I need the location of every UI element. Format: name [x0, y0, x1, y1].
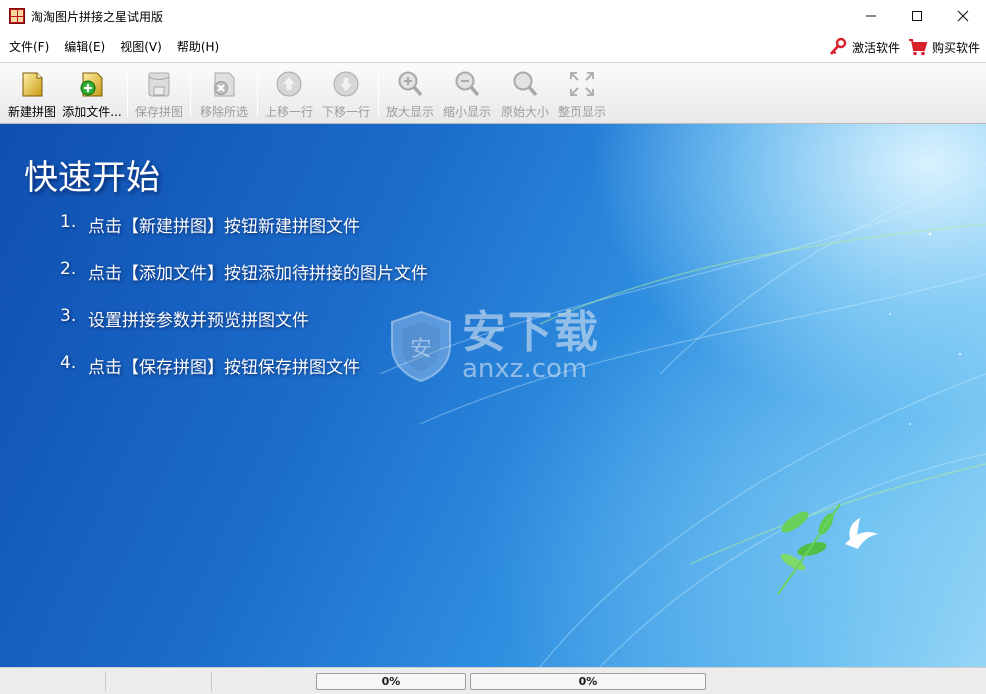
- save-collage-icon: [148, 72, 170, 97]
- list-item: 3. 设置拼接参数并预览拼图文件: [60, 306, 428, 331]
- move-down-button[interactable]: 下移一行: [317, 63, 375, 123]
- progress-bar-2: 0%: [470, 672, 706, 690]
- add-file-icon: [80, 72, 103, 97]
- quick-start-panel: 快速开始 1. 点击【新建拼图】按钮新建拼图文件 2. 点击【添加文件】按钮添加…: [0, 124, 986, 667]
- menu-file[interactable]: 文件(F): [3, 32, 55, 62]
- watermark-en: anxz.com: [462, 354, 588, 384]
- zoom-in-button[interactable]: 放大显示: [382, 63, 438, 123]
- status-bar: 0% 0%: [0, 667, 986, 694]
- tool-label: 保存拼图: [134, 105, 183, 119]
- zoom-out-icon: [455, 71, 480, 97]
- step-number: 4.: [60, 353, 77, 373]
- tool-label: 添加文件...: [62, 105, 122, 119]
- tool-label: 原始大小: [500, 105, 549, 119]
- tool-label: 下移一行: [321, 105, 370, 119]
- move-up-button[interactable]: 上移一行: [261, 63, 317, 123]
- status-pane: [0, 671, 106, 691]
- progress-bar-1: 0%: [316, 672, 466, 690]
- watermark-text: 安下载 anxz.com: [462, 307, 600, 384]
- step-text: 点击【新建拼图】按钮新建拼图文件: [88, 217, 360, 237]
- status-pane: [212, 672, 312, 691]
- menu-edit[interactable]: 编辑(E): [58, 32, 111, 62]
- list-item: 1. 点击【新建拼图】按钮新建拼图文件: [60, 212, 428, 237]
- step-text: 设置拼接参数并预览拼图文件: [88, 311, 309, 331]
- step-number: 1.: [60, 212, 77, 232]
- step-number: 2.: [60, 259, 77, 279]
- shield-icon: 安: [391, 310, 451, 383]
- tool-label: 上移一行: [264, 105, 313, 119]
- window-title: 淘淘图片拼接之星试用版: [31, 9, 164, 24]
- tool-label: 放大显示: [385, 105, 434, 119]
- tool-label: 整页显示: [557, 105, 606, 119]
- menu-view[interactable]: 视图(V): [114, 32, 168, 62]
- toolbar-separator: [257, 69, 258, 117]
- shield-char: 安: [410, 337, 432, 362]
- new-collage-icon: [22, 72, 43, 97]
- close-button[interactable]: [940, 0, 986, 32]
- activate-software-label: 激活软件: [851, 40, 900, 55]
- toolbar-separator: [127, 69, 128, 117]
- buy-software-link[interactable]: 购买软件: [908, 37, 980, 57]
- actual-size-icon: [513, 71, 538, 97]
- remove-selected-icon: [214, 72, 235, 97]
- fit-page-button[interactable]: 整页显示: [554, 63, 610, 123]
- leaf-decoration: [777, 503, 841, 595]
- step-text: 点击【保存拼图】按钮保存拼图文件: [88, 358, 360, 378]
- close-icon: [957, 10, 969, 22]
- actual-size-button[interactable]: 原始大小: [496, 63, 554, 123]
- list-item: 4. 点击【保存拼图】按钮保存拼图文件: [60, 353, 428, 378]
- zoom-in-icon: [398, 71, 423, 97]
- zoom-out-button[interactable]: 缩小显示: [438, 63, 496, 123]
- quick-start-title: 快速开始: [24, 158, 160, 198]
- step-number: 3.: [60, 306, 77, 326]
- move-down-icon: [333, 71, 359, 97]
- toolbar-separator: [190, 69, 191, 117]
- progress-label: 0%: [381, 674, 401, 688]
- fit-page-icon: [570, 72, 594, 96]
- minimize-button[interactable]: [848, 0, 894, 32]
- toolbar-separator: [378, 69, 379, 117]
- title-bar: 淘淘图片拼接之星试用版: [0, 0, 986, 32]
- menu-right-links: 激活软件 购买软件: [828, 32, 980, 62]
- minimize-icon: [866, 15, 876, 17]
- move-up-icon: [276, 71, 302, 97]
- bird-decoration: [845, 518, 878, 549]
- toolbar: 新建拼图 添加文件... 保存拼图 移除所选 上移一行 下移一行 放大显示 缩小…: [0, 62, 986, 124]
- add-file-button[interactable]: 添加文件...: [60, 63, 124, 123]
- watermark: 安 安下载 anxz.com: [386, 308, 600, 384]
- maximize-button[interactable]: [894, 0, 940, 32]
- status-pane: [106, 671, 212, 691]
- tool-label: 移除所选: [199, 105, 248, 119]
- new-collage-button[interactable]: 新建拼图: [4, 63, 60, 123]
- menu-help[interactable]: 帮助(H): [171, 32, 225, 62]
- remove-selected-button[interactable]: 移除所选: [194, 63, 254, 123]
- shopping-cart-icon: [908, 39, 928, 56]
- save-collage-button[interactable]: 保存拼图: [131, 63, 187, 123]
- watermark-cn: 安下载: [462, 307, 600, 358]
- window-controls: [848, 0, 986, 32]
- tool-label: 缩小显示: [442, 105, 491, 119]
- menu-bar: 文件(F) 编辑(E) 视图(V) 帮助(H) 激活软件 购买软件: [0, 32, 986, 62]
- app-icon: [9, 8, 25, 24]
- key-icon: [829, 37, 847, 55]
- step-text: 点击【添加文件】按钮添加待拼接的图片文件: [88, 264, 428, 284]
- buy-software-label: 购买软件: [931, 40, 980, 55]
- quick-start-steps: 1. 点击【新建拼图】按钮新建拼图文件 2. 点击【添加文件】按钮添加待拼接的图…: [60, 212, 428, 400]
- list-item: 2. 点击【添加文件】按钮添加待拼接的图片文件: [60, 259, 428, 284]
- maximize-icon: [912, 11, 922, 21]
- tool-label: 新建拼图: [7, 105, 56, 119]
- progress-label: 0%: [578, 674, 598, 688]
- activate-software-link[interactable]: 激活软件: [828, 37, 900, 57]
